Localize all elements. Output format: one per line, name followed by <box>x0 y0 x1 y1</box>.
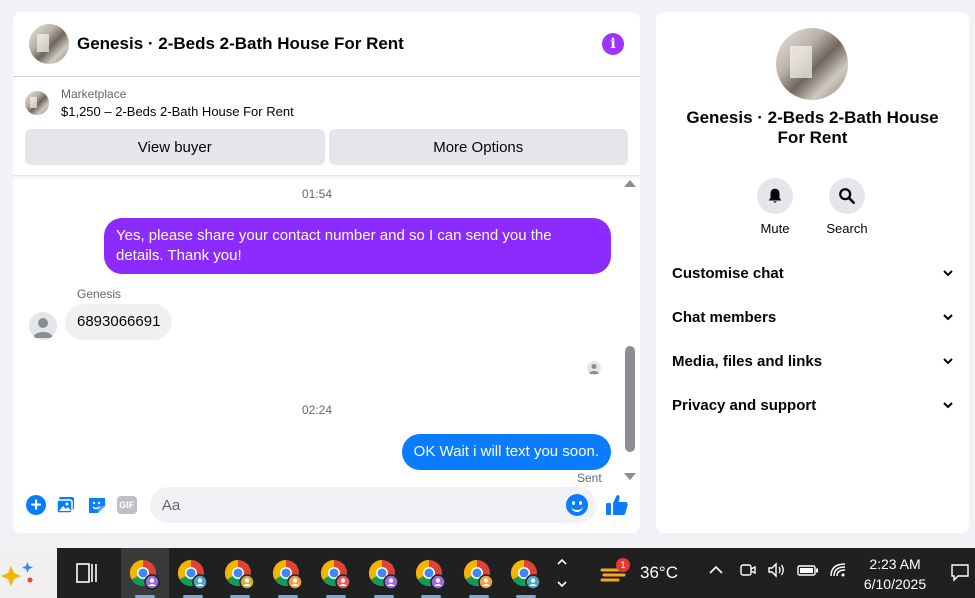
emoji-icon[interactable] <box>565 494 588 516</box>
chevron-up-icon[interactable] <box>708 562 724 583</box>
section-chat-members[interactable]: Chat members <box>672 295 954 339</box>
mute-button[interactable]: Mute <box>745 178 805 236</box>
section-privacy-support[interactable]: Privacy and support <box>672 383 954 427</box>
sparkle-icon <box>1 562 33 586</box>
chrome-app-icon[interactable] <box>509 557 543 591</box>
sender-name: Genesis <box>77 287 122 301</box>
photo-icon <box>56 497 75 514</box>
listing-avatar[interactable] <box>29 24 69 64</box>
task-view-icon <box>76 563 97 583</box>
chrome-app-icon[interactable] <box>271 557 305 591</box>
message-timestamp: 02:24 <box>301 403 333 417</box>
temperature: 36°C <box>640 563 678 582</box>
chat-title[interactable]: Genesis · 2-Beds 2-Bath House For Rent <box>77 34 602 54</box>
chrome-app-icon[interactable] <box>128 557 162 591</box>
clock-date: 6/10/2025 <box>863 576 927 592</box>
section-label: Customise chat <box>672 264 784 282</box>
attach-photo-button[interactable] <box>51 489 81 521</box>
plus-icon: + <box>26 495 47 515</box>
scroll-thumb[interactable] <box>625 346 635 452</box>
message-timestamp: 01:54 <box>301 187 333 201</box>
windows-taskbar: 1 36°C 2:23 AM 6/10/2025 <box>0 548 975 598</box>
sticker-icon <box>88 498 105 513</box>
incoming-message[interactable]: 6893066691 <box>65 304 173 340</box>
section-label: Chat members <box>672 308 777 326</box>
chrome-app-icon[interactable] <box>319 557 353 591</box>
outgoing-message[interactable]: OK Wait i will text you soon. <box>401 434 611 470</box>
weather-badge: 1 <box>616 558 630 572</box>
gif-button[interactable]: GIF <box>112 489 142 521</box>
section-media-files-links[interactable]: Media, files and links <box>672 339 954 383</box>
notification-icon[interactable] <box>950 562 970 587</box>
chrome-app-icon[interactable] <box>176 557 210 591</box>
widgets-button[interactable] <box>0 548 57 598</box>
taskbar-overflow-icon <box>557 558 567 588</box>
search-label: Search <box>826 221 868 236</box>
chrome-app-icon[interactable] <box>367 557 401 591</box>
chevron-down-icon <box>943 358 953 365</box>
weather-widget[interactable]: 1 36°C <box>600 558 678 586</box>
gif-icon: GIF <box>116 496 137 514</box>
message-placeholder: Aa <box>161 496 181 514</box>
person-icon <box>33 318 53 338</box>
marketplace-listing[interactable]: Marketplace $1,250 – 2-Beds 2-Bath House… <box>13 77 640 123</box>
listing-title: $1,250 – 2-Beds 2-Bath House For Rent <box>61 104 294 119</box>
camera-icon[interactable] <box>739 562 757 583</box>
chevron-down-icon <box>943 402 953 409</box>
thumbs-up-icon <box>605 495 628 515</box>
conversation-info-panel: Genesis · 2-Beds 2-Bath House For Rent M… <box>656 12 969 533</box>
wifi-icon[interactable] <box>829 562 849 583</box>
search-icon <box>839 188 856 205</box>
weather-icon: 1 <box>600 558 630 586</box>
section-customise-chat[interactable]: Customise chat <box>672 251 954 295</box>
view-buyer-button[interactable]: View buyer <box>25 129 325 165</box>
more-actions-button[interactable]: + <box>21 489 51 521</box>
message-scrollbar[interactable] <box>622 180 636 480</box>
chevron-down-icon <box>943 270 953 277</box>
section-label: Media, files and links <box>672 352 823 370</box>
system-clock[interactable]: 2:23 AM 6/10/2025 <box>856 554 934 594</box>
chat-panel: Genesis · 2-Beds 2-Bath House For Rent i… <box>13 12 640 533</box>
marketplace-actions: View buyer More Options <box>13 123 640 176</box>
profile-name: Genesis · 2-Beds 2-Bath House For Rent <box>686 108 939 147</box>
chat-header: Genesis · 2-Beds 2-Bath House For Rent i <box>13 12 640 77</box>
outgoing-message[interactable]: Yes, please share your contact number an… <box>104 218 611 274</box>
clock-time: 2:23 AM <box>869 556 921 572</box>
profile-avatar[interactable] <box>776 28 848 100</box>
chrome-app-icon[interactable] <box>462 557 496 591</box>
seen-indicator-icon <box>587 361 601 375</box>
message-list: 01:54 Yes, please share your contact num… <box>13 175 640 485</box>
scroll-up-icon[interactable] <box>624 180 636 187</box>
message-composer: + GIF Aa <box>13 477 640 533</box>
section-label: Privacy and support <box>672 396 817 414</box>
like-button[interactable] <box>602 489 632 521</box>
sticker-button[interactable] <box>81 489 111 521</box>
contact-avatar[interactable] <box>29 312 57 340</box>
listing-thumbnail <box>25 91 49 115</box>
info-icon[interactable]: i <box>602 33 624 55</box>
search-button[interactable]: Search <box>817 178 877 236</box>
chevron-down-icon <box>943 314 953 321</box>
mute-label: Mute <box>760 221 790 236</box>
chrome-app-icon[interactable] <box>414 557 448 591</box>
marketplace-label: Marketplace <box>61 87 127 101</box>
battery-icon[interactable] <box>797 562 819 583</box>
bell-icon <box>768 188 782 203</box>
message-input[interactable]: Aa <box>149 487 596 523</box>
volume-icon[interactable] <box>767 562 787 583</box>
more-options-button[interactable]: More Options <box>328 129 628 165</box>
chrome-app-icon[interactable] <box>223 557 257 591</box>
